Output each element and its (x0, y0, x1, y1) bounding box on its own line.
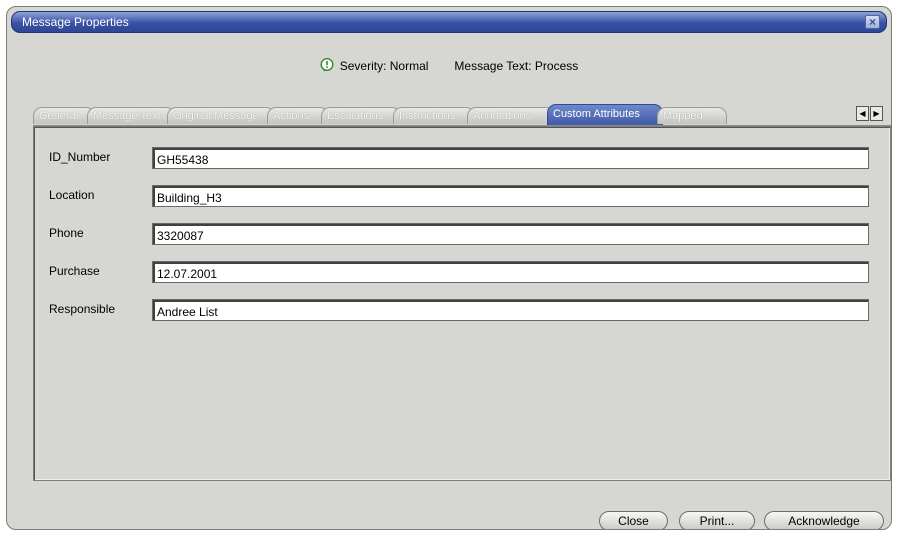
purchase-field[interactable] (152, 261, 869, 283)
tab-mapped[interactable]: Mapped (657, 107, 727, 124)
tab-strip: General Message Text Original Message Ac… (33, 103, 891, 126)
message-summary: Severity: Normal Message Text: Process (7, 58, 891, 73)
attribute-row: Phone (34, 223, 890, 245)
title-bar[interactable]: Message Properties × (11, 11, 887, 33)
severity-text: Severity: Normal (339, 59, 429, 73)
tab-custom-attributes[interactable]: Custom Attributes (547, 104, 663, 125)
attribute-label-responsible: Responsible (49, 302, 116, 316)
attribute-label-id-number: ID_Number (49, 150, 111, 164)
tab-actions[interactable]: Actions (267, 107, 329, 124)
location-field[interactable] (152, 185, 869, 207)
window-close-button[interactable]: × (865, 15, 880, 29)
attribute-label-location: Location (49, 188, 95, 202)
close-button[interactable]: Close (599, 511, 668, 529)
phone-field[interactable] (152, 223, 869, 245)
tab-scroll-right-button[interactable]: ▶ (870, 106, 883, 121)
print-button[interactable]: Print... (679, 511, 755, 529)
attribute-label-phone: Phone (49, 226, 84, 240)
message-properties-window: Message Properties × Severity: Normal Me… (6, 6, 892, 530)
tab-annotations[interactable]: Annotations (467, 107, 555, 124)
message-text-summary: Message Text: Process (454, 59, 579, 73)
tab-instructions[interactable]: Instructions (393, 107, 475, 124)
window-title: Message Properties (22, 15, 129, 29)
severity-normal-icon (320, 58, 334, 72)
attribute-row: Responsible (34, 299, 890, 321)
custom-attributes-panel: ID_Number Location Phone Purchase Respon… (33, 126, 891, 481)
tab-message-text[interactable]: Message Text (87, 107, 175, 124)
tab-general[interactable]: General (33, 107, 95, 124)
responsible-field[interactable] (152, 299, 869, 321)
tab-escalations[interactable]: Escalations (321, 107, 401, 124)
attribute-row: Location (34, 185, 890, 207)
tab-original-message[interactable]: Original Message (167, 107, 275, 124)
attribute-row: ID_Number (34, 147, 890, 169)
attribute-label-purchase: Purchase (49, 264, 100, 278)
attribute-row: Purchase (34, 261, 890, 283)
tab-scroll-left-button[interactable]: ◀ (856, 106, 869, 121)
id-number-field[interactable] (152, 147, 869, 169)
acknowledge-button[interactable]: Acknowledge (764, 511, 884, 529)
